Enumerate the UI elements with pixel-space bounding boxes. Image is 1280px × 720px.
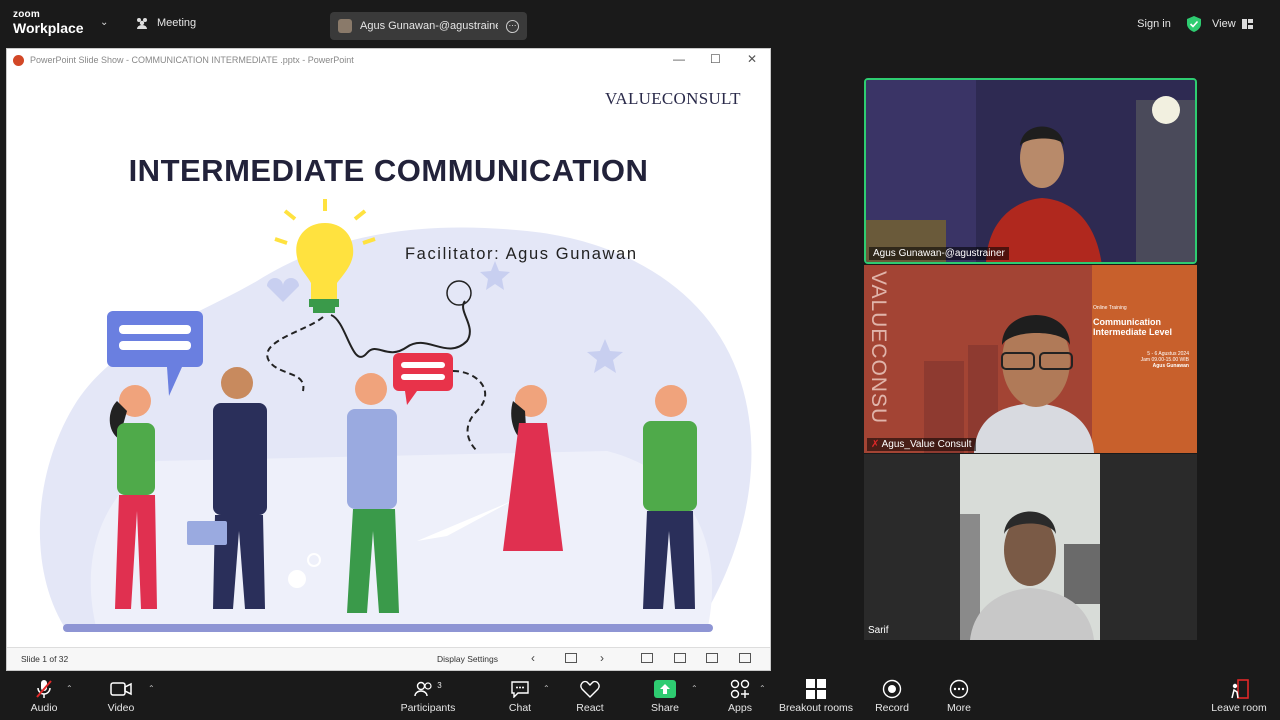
video-tile-sarif[interactable]: Sarif	[864, 454, 1197, 640]
audio-options-chevron-icon[interactable]: ⌃	[66, 684, 73, 693]
chat-options-chevron-icon[interactable]: ⌃	[543, 684, 550, 693]
slideshow-status-bar: Slide 1 of 32 Display Settings ‹ ›	[7, 647, 770, 670]
share-screen-icon	[654, 680, 676, 698]
video-options-chevron-icon[interactable]: ⌃	[148, 684, 155, 693]
video-tile-agus-value-consult[interactable]: VALUECONSU Online Training Communication…	[864, 265, 1197, 453]
card-title-1: Communication	[1093, 317, 1162, 327]
video-feed	[864, 454, 1197, 640]
logo-line1: zoom	[13, 9, 40, 20]
view-label: View	[1212, 18, 1236, 30]
participant-name: ✗ Agus_Value Consult	[867, 438, 976, 451]
slide-view-icon[interactable]	[565, 653, 577, 663]
facilitator-text: Facilitator: Agus Gunawan	[405, 245, 638, 263]
record-label: Record	[875, 702, 909, 714]
shield-icon[interactable]	[1187, 16, 1201, 32]
meeting-menu[interactable]: Meeting	[135, 17, 196, 29]
breakout-rooms-button[interactable]: Breakout rooms	[778, 678, 854, 714]
view-button[interactable]: View	[1212, 12, 1253, 36]
muted-mic-icon: ✗	[871, 439, 880, 450]
meeting-toolbar: Audio ⌃ Video ⌃ 3 Participants Chat ⌃ Re…	[0, 672, 1280, 720]
record-button[interactable]: Record	[872, 678, 912, 714]
top-bar: zoom Workplace ⌄ Meeting Agus Gunawan-@a…	[0, 0, 1280, 46]
chevron-down-icon[interactable]: ⌄	[100, 17, 108, 28]
maximize-icon[interactable]: ☐	[710, 52, 721, 66]
apps-icon	[730, 679, 750, 699]
slide-counter: Slide 1 of 32	[21, 654, 69, 664]
video-button[interactable]: Video	[101, 678, 141, 714]
react-button[interactable]: React	[572, 678, 608, 714]
screen-share-indicator[interactable]: Agus Gunawan-@agustrainer's sc ⋯	[330, 12, 527, 40]
leave-room-button[interactable]: Leave room	[1210, 678, 1268, 714]
participants-count: 3	[437, 680, 442, 690]
slide-sorter-icon[interactable]	[674, 653, 686, 663]
close-icon[interactable]: ✕	[747, 52, 757, 66]
leave-icon	[1231, 679, 1249, 699]
reading-view-icon[interactable]	[706, 653, 718, 663]
audio-button[interactable]: Audio	[24, 678, 64, 714]
participant-name: Agus Gunawan-@agustrainer	[869, 247, 1009, 260]
slide-canvas[interactable]: VALUECONSULT INTERMEDIATE COMMUNICATION …	[7, 71, 770, 646]
window-title-bar: PowerPoint Slide Show - COMMUNICATION IN…	[7, 49, 770, 71]
more-button[interactable]: More	[942, 678, 976, 714]
window-title: PowerPoint Slide Show - COMMUNICATION IN…	[30, 55, 354, 65]
slide-title: INTERMEDIATE COMMUNICATION	[128, 153, 649, 188]
record-icon	[882, 679, 902, 699]
muted-mic-icon	[36, 680, 52, 698]
video-label: Video	[107, 702, 135, 714]
share-button[interactable]: Share	[647, 678, 683, 714]
more-label: More	[947, 702, 971, 714]
zoom-workplace-logo[interactable]: zoom Workplace	[13, 9, 84, 36]
minimize-icon[interactable]: —	[673, 52, 685, 66]
chat-button[interactable]: Chat	[502, 678, 538, 714]
video-camera-icon	[110, 682, 132, 696]
meeting-label: Meeting	[157, 17, 197, 29]
share-label: Agus Gunawan-@agustrainer's sc	[360, 20, 498, 32]
participants-icon	[414, 681, 432, 697]
chat-icon	[511, 681, 529, 698]
card-person: Agus Gunawan	[1152, 363, 1189, 369]
chat-label: Chat	[508, 702, 532, 714]
breakout-rooms-label: Breakout rooms	[778, 702, 854, 714]
share-options-chevron-icon[interactable]: ⌃	[691, 684, 698, 693]
participant-name-text: Agus_Value Consult	[881, 439, 972, 450]
more-icon	[949, 679, 969, 699]
meeting-icon	[137, 18, 147, 29]
display-settings-button[interactable]: Display Settings	[437, 654, 498, 664]
previous-slide-icon[interactable]: ‹	[531, 651, 535, 665]
card-small-text: Online Training	[1093, 305, 1127, 311]
video-tile-agus-trainer[interactable]: Agus Gunawan-@agustrainer	[864, 78, 1197, 264]
background-card: Online Training Communication Intermedia…	[1093, 305, 1193, 369]
apps-label: Apps	[728, 702, 752, 714]
apps-options-chevron-icon[interactable]: ⌃	[759, 684, 766, 693]
heart-icon	[580, 680, 600, 698]
participants-label: Participants	[400, 702, 456, 714]
apps-button[interactable]: Apps	[722, 678, 758, 714]
breakout-rooms-icon	[806, 679, 826, 699]
react-label: React	[576, 702, 604, 714]
participants-button[interactable]: 3 Participants	[397, 678, 459, 715]
leave-room-label: Leave room	[1211, 702, 1267, 714]
grid-view-icon	[1241, 19, 1253, 29]
more-options-icon[interactable]: ⋯	[506, 19, 519, 33]
slideshow-view-icon[interactable]	[739, 653, 751, 663]
card-title-2: Intermediate Level	[1093, 327, 1173, 337]
share-label: Share	[650, 702, 680, 714]
powerpoint-window: PowerPoint Slide Show - COMMUNICATION IN…	[6, 48, 771, 671]
next-slide-icon[interactable]: ›	[600, 651, 604, 665]
avatar	[338, 19, 352, 33]
logo-line2: Workplace	[13, 20, 84, 36]
normal-view-icon[interactable]	[641, 653, 653, 663]
audio-label: Audio	[30, 702, 58, 714]
participant-name: Sarif	[868, 625, 889, 636]
valueconsult-logo: VALUECONSULT	[605, 89, 741, 108]
sign-in-button[interactable]: Sign in	[1128, 12, 1180, 36]
video-feed	[866, 80, 1195, 262]
powerpoint-icon	[13, 54, 24, 66]
background-vertical-text: VALUECONSU	[867, 271, 890, 425]
